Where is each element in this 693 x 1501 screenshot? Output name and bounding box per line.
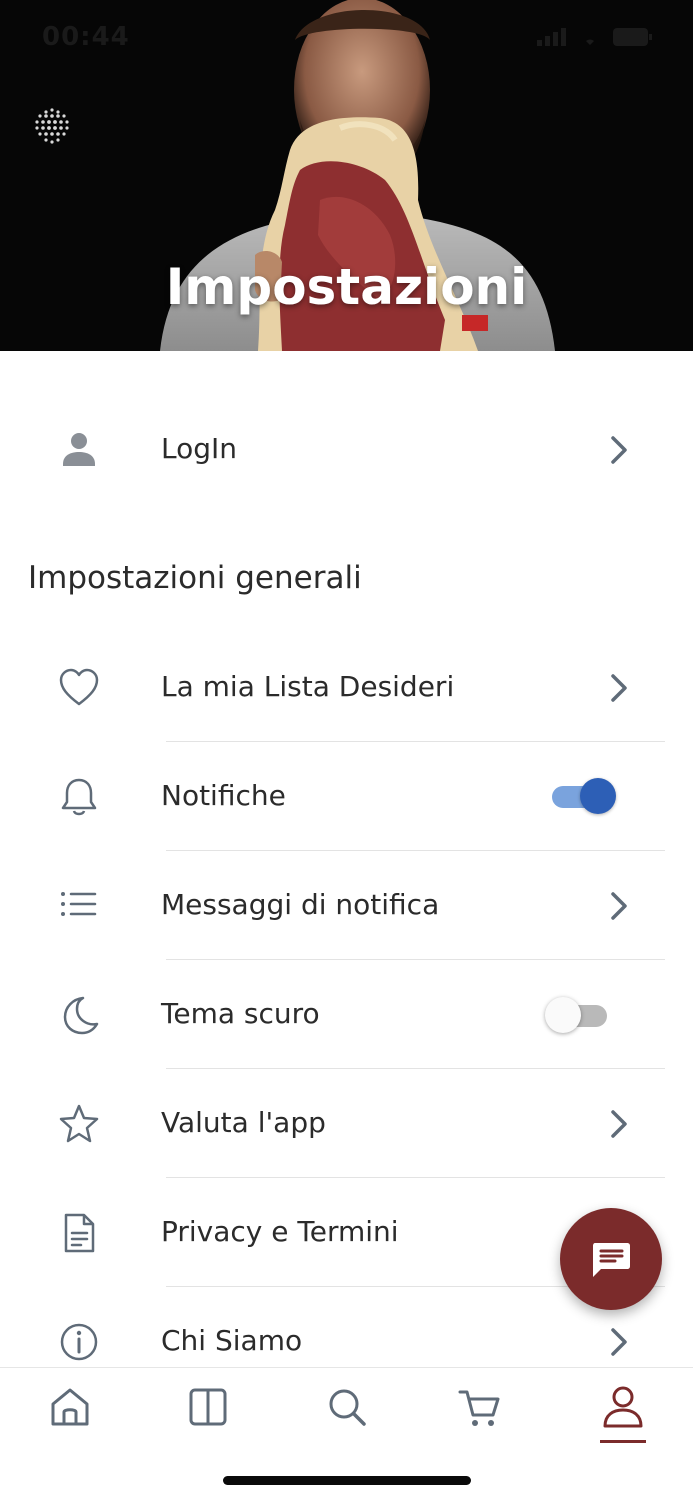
divider [166, 741, 665, 742]
chevron-right-icon [611, 674, 627, 702]
document-icon [64, 1213, 95, 1253]
list-icon [61, 892, 97, 916]
chevron-right-icon [611, 1110, 627, 1138]
menu-item-notifications: Notifiche [0, 743, 693, 851]
battery-icon [613, 28, 652, 46]
divider [166, 1177, 665, 1178]
menu-item-rate-app[interactable]: Valuta l'app [0, 1070, 693, 1178]
star-icon [59, 1104, 99, 1143]
menu-item-label: Privacy e Termini [161, 1215, 399, 1248]
cart-icon[interactable] [455, 1382, 505, 1432]
chevron-right-icon [611, 1328, 627, 1356]
menu-item-label: Tema scuro [161, 997, 320, 1030]
menu-item-notification-messages[interactable]: Messaggi di notifica [0, 852, 693, 960]
brand-logo-icon [35, 108, 69, 144]
chevron-right-icon [611, 436, 627, 464]
bottom-nav [0, 1367, 693, 1501]
search-icon[interactable] [322, 1382, 372, 1432]
menu-item-wishlist[interactable]: La mia Lista Desideri [0, 634, 693, 742]
divider [166, 1068, 665, 1069]
dark-theme-toggle[interactable] [545, 995, 615, 1035]
menu-item-label: Chi Siamo [161, 1324, 303, 1357]
nav-active-indicator [600, 1440, 646, 1443]
toggle-knob [580, 778, 616, 814]
catalog-icon[interactable] [183, 1382, 233, 1432]
chevron-right-icon [611, 892, 627, 920]
person-icon [63, 433, 95, 466]
login-label: LogIn [161, 432, 238, 465]
profile-icon[interactable] [598, 1382, 648, 1432]
divider [166, 959, 665, 960]
menu-item-label: La mia Lista Desideri [161, 670, 455, 703]
wifi-icon [586, 39, 594, 45]
info-icon [60, 1323, 98, 1361]
status-icons [537, 28, 653, 46]
menu-item-dark-theme: Tema scuro [0, 961, 693, 1069]
status-time: 00:44 [42, 22, 130, 52]
notifications-toggle[interactable] [548, 776, 618, 816]
divider [166, 850, 665, 851]
page-title: Impostazioni [165, 258, 528, 316]
toggle-knob [545, 997, 581, 1033]
section-title: Impostazioni generali [28, 560, 362, 596]
menu-item-label: Notifiche [161, 779, 286, 812]
chat-fab-button[interactable] [560, 1208, 662, 1310]
login-row[interactable]: LogIn [0, 396, 693, 504]
menu-item-label: Messaggi di notifica [161, 888, 440, 921]
bell-icon [61, 778, 97, 816]
hero-header: 00:44 Impostazioni [0, 0, 693, 351]
home-icon[interactable] [45, 1382, 95, 1432]
signal-icon [537, 28, 566, 46]
chat-icon [593, 1243, 630, 1277]
menu-item-label: Valuta l'app [161, 1106, 326, 1139]
home-indicator [223, 1476, 471, 1485]
heart-icon [59, 668, 99, 706]
moon-icon [63, 996, 99, 1035]
